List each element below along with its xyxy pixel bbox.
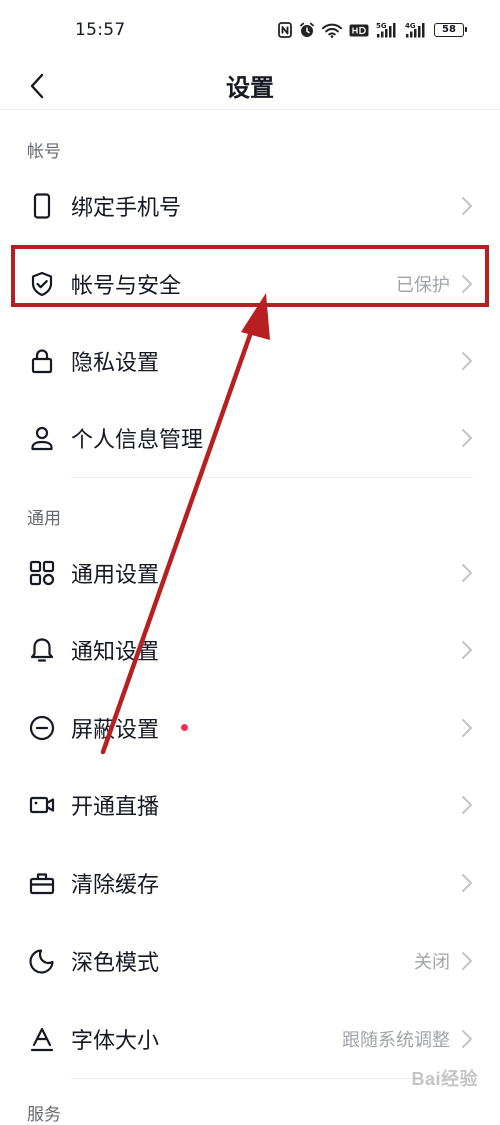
chevron-right-icon xyxy=(462,429,472,447)
settings-row-block[interactable]: 屏蔽设置 xyxy=(0,698,500,758)
page-title: 设置 xyxy=(226,74,274,102)
row-label: 帐号与安全 xyxy=(71,274,182,299)
chevron-right-icon xyxy=(462,1030,472,1048)
block-icon xyxy=(29,715,55,741)
row-value: 关闭 xyxy=(414,952,450,973)
video-camera-icon xyxy=(29,796,55,814)
hd-icon xyxy=(349,24,369,36)
chevron-right-icon xyxy=(462,641,472,659)
settings-row-clear-cache[interactable]: 清除缓存 xyxy=(0,853,500,913)
section-header-service: 服务 xyxy=(27,1105,61,1125)
chevron-right-icon xyxy=(462,952,472,970)
moon-icon xyxy=(29,949,54,974)
status-bar: 15:57 5G 4G 58 xyxy=(0,0,500,62)
alarm-icon xyxy=(300,22,314,37)
settings-row-personal-info[interactable]: 个人信息管理 xyxy=(0,408,500,468)
signal-4g-icon: 4G xyxy=(405,22,425,38)
settings-row-dark-mode[interactable]: 深色模式 关闭 xyxy=(0,931,500,991)
row-value: 已保护 xyxy=(396,275,450,296)
font-size-icon xyxy=(30,1027,54,1052)
section-header-general: 通用 xyxy=(27,509,61,529)
new-badge-dot xyxy=(181,724,188,731)
row-label: 开通直播 xyxy=(71,795,160,820)
svg-text:4G: 4G xyxy=(405,22,416,30)
chevron-right-icon xyxy=(462,275,472,293)
lock-icon xyxy=(31,349,53,374)
row-label: 深色模式 xyxy=(71,951,160,976)
settings-row-live[interactable]: 开通直播 xyxy=(0,775,500,835)
person-icon xyxy=(31,426,53,451)
chevron-right-icon xyxy=(462,352,472,370)
row-label: 通知设置 xyxy=(71,640,160,665)
chevron-right-icon xyxy=(462,874,472,892)
phone-icon xyxy=(33,193,51,219)
settings-row-notifications[interactable]: 通知设置 xyxy=(0,620,500,680)
battery-icon: 58 xyxy=(434,23,467,37)
row-label: 绑定手机号 xyxy=(71,196,182,221)
watermark: Bai经验 xyxy=(411,1069,478,1089)
settings-row-font-size[interactable]: 字体大小 跟随系统调整 xyxy=(0,1009,500,1069)
settings-row-account-security[interactable]: 帐号与安全 已保护 xyxy=(0,254,500,314)
briefcase-icon xyxy=(29,873,55,895)
row-label: 屏蔽设置 xyxy=(71,718,160,743)
status-icons: 5G 4G 58 xyxy=(278,22,467,38)
signal-5g-icon: 5G xyxy=(376,22,396,38)
row-label: 清除缓存 xyxy=(71,873,160,898)
settings-row-bind-phone[interactable]: 绑定手机号 xyxy=(0,176,500,236)
wifi-icon xyxy=(322,23,342,38)
settings-row-privacy[interactable]: 隐私设置 xyxy=(0,331,500,391)
chevron-right-icon xyxy=(462,719,472,737)
row-label: 隐私设置 xyxy=(71,351,160,376)
chevron-right-icon xyxy=(462,564,472,582)
bell-icon xyxy=(30,638,54,662)
chevron-right-icon xyxy=(462,197,472,215)
row-label: 个人信息管理 xyxy=(71,428,204,453)
section-divider xyxy=(71,477,473,478)
battery-level: 58 xyxy=(442,24,456,35)
svg-text:5G: 5G xyxy=(376,22,387,30)
grid-icon xyxy=(29,560,55,586)
chevron-right-icon xyxy=(462,796,472,814)
section-header-account: 帐号 xyxy=(27,142,61,162)
row-label: 通用设置 xyxy=(71,563,160,588)
nfc-icon xyxy=(278,22,292,38)
row-value: 跟随系统调整 xyxy=(342,1030,450,1051)
row-label: 字体大小 xyxy=(71,1029,160,1054)
settings-row-general-settings[interactable]: 通用设置 xyxy=(0,543,500,603)
status-time: 15:57 xyxy=(75,20,126,40)
shield-check-icon xyxy=(31,271,53,297)
nav-bar: 设置 xyxy=(0,62,500,110)
